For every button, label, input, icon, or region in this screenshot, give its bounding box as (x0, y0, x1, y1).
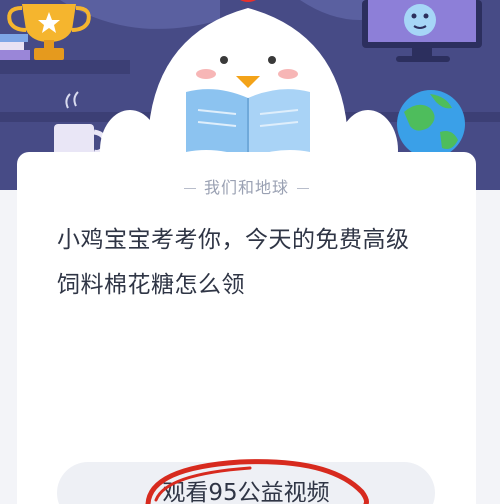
quiz-page: 我们和地球 小鸡宝宝考考你，今天的免费高级 饲料棉花糖怎么领 观看95公益视频 (0, 0, 500, 504)
answer-option-button[interactable]: 观看95公益视频 (57, 462, 435, 504)
category-label: 我们和地球 (203, 178, 289, 197)
globe-icon (397, 90, 465, 158)
question-line-2: 饲料棉花糖怎么领 (57, 272, 245, 298)
category-dash-right (297, 188, 309, 189)
question-text: 小鸡宝宝考考你，今天的免费高级 饲料棉花糖怎么领 (57, 218, 447, 308)
quiz-card: 我们和地球 小鸡宝宝考考你，今天的免费高级 饲料棉花糖怎么领 观看95公益视频 (17, 152, 476, 504)
category-dash-left (183, 188, 196, 189)
quiz-category: 我们和地球 (17, 174, 476, 198)
question-line-1: 小鸡宝宝考考你，今天的免费高级 (57, 227, 410, 253)
